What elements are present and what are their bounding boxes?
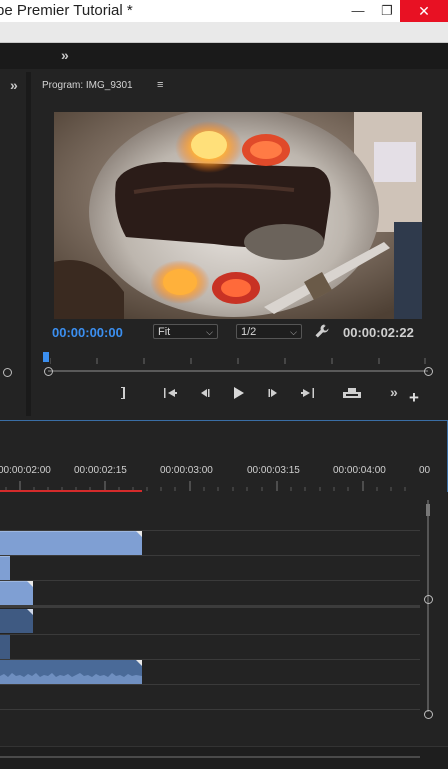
current-timecode[interactable]: 00:00:00:00 (52, 325, 123, 340)
left-panel-scroll-knob[interactable] (3, 368, 12, 377)
export-frame-button[interactable] (339, 386, 365, 403)
timeline-ruler-label: 00:00:03:00 (160, 465, 213, 476)
mark-in-button[interactable] (112, 386, 136, 403)
zoom-scrollbar-track[interactable] (48, 370, 428, 372)
go-to-out-button[interactable] (296, 386, 320, 403)
play-button[interactable] (226, 386, 250, 403)
duration-timecode: 00:00:02:22 (343, 325, 414, 340)
timeline-ruler-label: 00 (419, 465, 431, 476)
work-area-bar[interactable] (0, 490, 142, 492)
video-frame-image (54, 112, 422, 319)
monitor-time-ruler[interactable] (50, 356, 426, 364)
panel-menu-icon[interactable]: ≡ (157, 79, 163, 91)
video-clip[interactable] (0, 556, 10, 580)
zoom-scrollbar-right-handle[interactable] (424, 367, 433, 376)
timeline-horizontal-scrollbar[interactable] (0, 746, 448, 769)
left-panel-overflow-chevron-icon[interactable]: » (10, 77, 18, 93)
add-button-plus-icon[interactable]: + (409, 388, 419, 408)
minimize-button[interactable]: — (343, 0, 373, 22)
track-divider (0, 634, 420, 635)
step-forward-button[interactable] (262, 386, 286, 403)
clip-end-marker (136, 660, 142, 666)
clip-end-marker (27, 581, 33, 587)
wrench-icon[interactable] (314, 323, 330, 343)
timeline-ruler-label: 00:00:03:15 (247, 465, 300, 476)
chevron-down-icon: ⌵ (206, 327, 213, 337)
timeline-ruler-label: 00:00:04:00 (333, 465, 386, 476)
go-to-in-button[interactable] (158, 386, 182, 403)
audio-clip[interactable] (0, 635, 10, 659)
scrollbar-thumb[interactable] (426, 504, 430, 516)
controls-overflow-chevron-icon[interactable]: » (390, 384, 398, 400)
scrollbar-track[interactable] (427, 500, 429, 712)
window-title-bar: be Premier Tutorial * — ❐ ✕ (0, 0, 448, 22)
timeline-vertical-scrollbar[interactable] (420, 492, 448, 746)
audio-tracks-scroll-knob[interactable] (424, 710, 433, 719)
window-title: be Premier Tutorial * (0, 2, 133, 19)
program-monitor-title[interactable]: Program: IMG_9301 (42, 80, 133, 91)
menu-strip (0, 22, 448, 43)
step-back-button[interactable] (192, 386, 216, 403)
timeline-ruler-label: 00:00:02:00 (0, 465, 51, 476)
video-preview[interactable] (54, 112, 422, 319)
track-divider (0, 555, 420, 556)
left-panel: » (0, 72, 26, 416)
zoom-level-select[interactable]: Fit ⌵ (153, 324, 218, 339)
track-divider (0, 580, 420, 581)
workspace-header: » (0, 43, 448, 69)
monitor-playhead[interactable] (43, 352, 49, 362)
playback-resolution-value: 1/2 (241, 326, 257, 338)
close-button[interactable]: ✕ (400, 0, 448, 22)
workspace-overflow-chevron-icon[interactable]: » (61, 47, 69, 63)
restore-button[interactable]: ❐ (372, 0, 402, 22)
video-tracks-scroll-knob[interactable] (424, 595, 433, 604)
track-divider (0, 709, 420, 710)
clip-end-marker (136, 531, 142, 537)
video-audio-divider[interactable] (0, 605, 420, 608)
waveform-graphic (0, 660, 142, 684)
zoom-level-value: Fit (158, 326, 171, 338)
zoom-scrollbar-left-handle[interactable] (44, 367, 53, 376)
audio-clip-waveform[interactable] (0, 660, 142, 684)
clip-end-marker (27, 609, 33, 615)
scrollbar-track[interactable] (0, 756, 420, 758)
playback-resolution-select[interactable]: 1/2 ⌵ (236, 324, 302, 339)
chevron-down-icon: ⌵ (290, 327, 297, 337)
track-divider (0, 684, 420, 685)
video-clip[interactable] (0, 531, 142, 555)
timeline-ruler-label: 00:00:02:15 (74, 465, 127, 476)
